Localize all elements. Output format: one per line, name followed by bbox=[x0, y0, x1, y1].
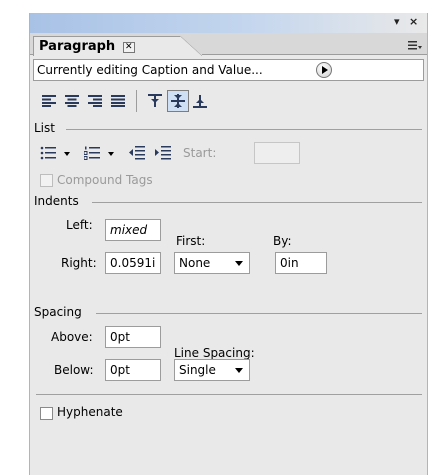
numbered-list-icon[interactable] bbox=[84, 146, 100, 160]
panel-title-bar[interactable]: ▾ × bbox=[30, 13, 427, 33]
panel-collapse-button[interactable]: ▾ bbox=[394, 16, 400, 28]
bullet-list-dropdown-icon[interactable] bbox=[64, 152, 70, 156]
line-spacing-label: Line Spacing: bbox=[174, 346, 255, 360]
space-below-input[interactable]: 0pt bbox=[105, 359, 161, 381]
first-line-select[interactable]: None bbox=[174, 252, 250, 274]
tab-edge bbox=[180, 36, 202, 56]
panel-menu-icon[interactable] bbox=[408, 39, 422, 50]
hyphenate-checkbox[interactable] bbox=[40, 407, 53, 420]
align-middle-icon[interactable] bbox=[167, 90, 189, 112]
tab-label: Paragraph bbox=[39, 39, 116, 54]
right-indent-label: Right: bbox=[61, 256, 97, 270]
align-right-icon[interactable] bbox=[88, 95, 102, 107]
start-input[interactable] bbox=[254, 142, 300, 164]
first-line-by-input[interactable]: 0in bbox=[275, 252, 327, 274]
editing-context-label: Currently editing Caption and Value... bbox=[37, 63, 263, 77]
hyphenate-label: Hyphenate bbox=[57, 405, 123, 419]
align-left-icon[interactable] bbox=[42, 95, 56, 107]
first-line-label: First: bbox=[176, 234, 206, 248]
bullet-list-icon[interactable] bbox=[40, 146, 56, 160]
tab-paragraph[interactable]: Paragraph ✕ bbox=[33, 36, 181, 56]
line-spacing-select[interactable]: Single bbox=[174, 359, 250, 381]
panel-tab-bar: Paragraph ✕ bbox=[30, 33, 427, 56]
align-bottom-icon[interactable] bbox=[193, 93, 207, 109]
justify-icon[interactable] bbox=[111, 95, 125, 107]
align-center-icon[interactable] bbox=[65, 95, 79, 107]
decrease-indent-icon[interactable] bbox=[129, 146, 145, 160]
panel-close-button[interactable]: × bbox=[409, 16, 418, 28]
hyphenate-divider bbox=[36, 394, 422, 395]
increase-indent-icon[interactable] bbox=[155, 146, 171, 160]
spacing-section-rule bbox=[96, 313, 422, 314]
space-below-label: Below: bbox=[54, 363, 94, 377]
left-indent-label: Left: bbox=[66, 218, 93, 232]
right-indent-input[interactable]: 0.0591i bbox=[105, 252, 161, 274]
space-above-input[interactable]: 0pt bbox=[105, 326, 161, 348]
numbered-list-dropdown-icon[interactable] bbox=[108, 152, 114, 156]
tab-close-icon[interactable]: ✕ bbox=[122, 42, 135, 53]
editing-context-bar[interactable]: Currently editing Caption and Value... bbox=[33, 59, 424, 81]
indents-section-rule bbox=[92, 202, 422, 203]
left-indent-input[interactable]: mixed bbox=[105, 219, 161, 241]
space-above-label: Above: bbox=[51, 330, 93, 344]
paragraph-panel: ▾ × Paragraph ✕ Currently editing Captio… bbox=[29, 13, 428, 475]
alignment-divider bbox=[136, 90, 137, 112]
compound-tags-label: Compound Tags bbox=[57, 173, 153, 187]
indents-section-label: Indents bbox=[32, 194, 81, 208]
compound-tags-checkbox[interactable] bbox=[40, 174, 53, 187]
list-section-label: List bbox=[32, 121, 57, 135]
by-label: By: bbox=[273, 234, 292, 248]
align-top-icon[interactable] bbox=[148, 93, 162, 109]
start-label: Start: bbox=[183, 146, 217, 160]
list-section-rule bbox=[66, 129, 422, 130]
editing-next-arrow-icon[interactable] bbox=[316, 62, 332, 78]
spacing-section-label: Spacing bbox=[32, 305, 84, 319]
